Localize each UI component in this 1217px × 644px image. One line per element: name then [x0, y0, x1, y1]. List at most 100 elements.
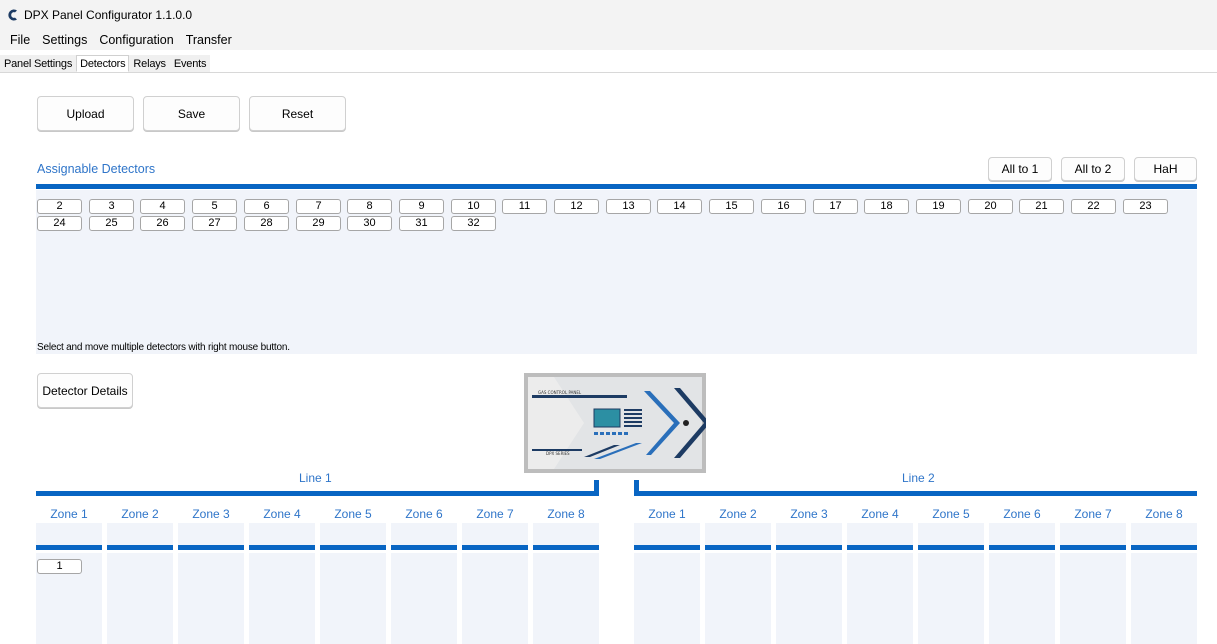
detector-details-button[interactable]: Detector Details — [37, 373, 133, 408]
line-1-zone-6-label: Zone 6 — [405, 507, 443, 521]
line-2-zone-5-drop-area[interactable] — [918, 553, 984, 644]
detector-chip[interactable]: 12 — [554, 199, 599, 214]
detector-chip[interactable]: 20 — [968, 199, 1013, 214]
detector-chip[interactable]: 15 — [709, 199, 754, 214]
line-1-zone-6-drop-area[interactable] — [391, 553, 457, 644]
detector-chip[interactable]: 26 — [140, 216, 185, 231]
line-2-zone-1-label: Zone 1 — [648, 507, 686, 521]
line-1-zone-8-drop-area[interactable] — [533, 553, 599, 644]
menu-settings[interactable]: Settings — [36, 33, 93, 47]
detector-chip[interactable]: 29 — [296, 216, 341, 231]
line-2-zone-2-header — [705, 523, 771, 545]
detector-chip[interactable]: 32 — [451, 216, 496, 231]
detector-chip[interactable]: 10 — [451, 199, 496, 214]
window-title: DPX Panel Configurator 1.1.0.0 — [24, 8, 193, 22]
detector-chip[interactable]: 22 — [1071, 199, 1116, 214]
line-2-zone-4-label: Zone 4 — [861, 507, 899, 521]
line-2-zone-3-header — [776, 523, 842, 545]
detector-chip[interactable]: 9 — [399, 199, 444, 214]
line-2-zone-8-header — [1131, 523, 1197, 545]
line-2-zone-6-header — [989, 523, 1055, 545]
upload-button[interactable]: Upload — [37, 96, 134, 131]
line-1-zone-6-header — [391, 523, 457, 545]
detector-chip[interactable]: 19 — [916, 199, 961, 214]
detector-chip[interactable]: 11 — [502, 199, 547, 214]
detector-chip[interactable]: 30 — [347, 216, 392, 231]
detector-chip[interactable]: 1 — [37, 559, 82, 574]
detector-chip[interactable]: 6 — [244, 199, 289, 214]
all-to-2-button[interactable]: All to 2 — [1061, 157, 1125, 181]
line-1-connector — [594, 480, 599, 496]
line-2-zone-4-header — [847, 523, 913, 545]
detector-chip[interactable]: 23 — [1123, 199, 1168, 214]
menu-configuration[interactable]: Configuration — [93, 33, 179, 47]
line-2-zone-3-label: Zone 3 — [790, 507, 828, 521]
detector-chip[interactable]: 18 — [864, 199, 909, 214]
line-2-zone-1-drop-area[interactable] — [634, 553, 700, 644]
line-1-zone-8-header — [533, 523, 599, 545]
line-1-zone-3-drop-area[interactable] — [178, 553, 244, 644]
line-2-zone-6-label: Zone 6 — [1003, 507, 1041, 521]
detector-chip[interactable]: 4 — [140, 199, 185, 214]
line-1-zone-1-header — [36, 523, 102, 545]
tab-events[interactable]: Events — [169, 55, 211, 72]
detector-chip[interactable]: 8 — [347, 199, 392, 214]
detector-chip[interactable]: 7 — [296, 199, 341, 214]
detector-chip[interactable]: 27 — [192, 216, 237, 231]
detector-chip[interactable]: 16 — [761, 199, 806, 214]
detector-chip[interactable]: 2 — [37, 199, 82, 214]
line-2-zone-6-drop-area[interactable] — [989, 553, 1055, 644]
line-1-zone-4-header — [249, 523, 315, 545]
line-1-divider — [36, 491, 599, 496]
tab-detectors[interactable]: Detectors — [76, 55, 130, 72]
line-1-zone-5-header — [320, 523, 386, 545]
detector-chip[interactable]: 13 — [606, 199, 651, 214]
assignable-detectors-title: Assignable Detectors — [37, 162, 156, 176]
save-button[interactable]: Save — [143, 96, 240, 131]
line-1-zone-1-label: Zone 1 — [50, 507, 88, 521]
tab-panel-settings[interactable]: Panel Settings — [0, 55, 77, 72]
line-1-zone-3-divider — [178, 545, 244, 550]
detector-chip[interactable]: 3 — [89, 199, 134, 214]
line-2-zone-7-label: Zone 7 — [1074, 507, 1112, 521]
menu-transfer[interactable]: Transfer — [180, 33, 238, 47]
line-1-zone-5-label: Zone 5 — [334, 507, 372, 521]
line-2-zone-1-divider — [634, 545, 700, 550]
detector-chip[interactable]: 21 — [1019, 199, 1064, 214]
svg-text:DPX SERIES: DPX SERIES — [546, 451, 570, 456]
line-1-zone-4-drop-area[interactable] — [249, 553, 315, 644]
line-2-zone-8-drop-area[interactable] — [1131, 553, 1197, 644]
line-2-zone-3-divider — [776, 545, 842, 550]
line-2-zone-5-divider — [918, 545, 984, 550]
line-1-zone-6-divider — [391, 545, 457, 550]
hah-button[interactable]: HaH — [1134, 157, 1197, 181]
line-1-zone-2-label: Zone 2 — [121, 507, 159, 521]
line-2-zone-2-drop-area[interactable] — [705, 553, 771, 644]
title-bar: DPX Panel Configurator 1.1.0.0 — [0, 0, 1217, 30]
detector-chip[interactable]: 28 — [244, 216, 289, 231]
reset-button[interactable]: Reset — [249, 96, 346, 131]
line-2-connector — [634, 480, 639, 496]
all-to-1-button[interactable]: All to 1 — [988, 157, 1052, 181]
line-2-zone-7-drop-area[interactable] — [1060, 553, 1126, 644]
line-2-zone-2-label: Zone 2 — [719, 507, 757, 521]
line-1-zone-8-label: Zone 8 — [547, 507, 585, 521]
menu-file[interactable]: File — [4, 33, 36, 47]
detector-chip[interactable]: 24 — [37, 216, 82, 231]
line-2-zone-4-divider — [847, 545, 913, 550]
line-1-zone-2-drop-area[interactable] — [107, 553, 173, 644]
tab-relays[interactable]: Relays — [129, 55, 170, 72]
detector-chip[interactable]: 5 — [192, 199, 237, 214]
line-1-zone-4-divider — [249, 545, 315, 550]
line-2-zone-1-header — [634, 523, 700, 545]
line-1-zone-3-header — [178, 523, 244, 545]
line-2-zone-3-drop-area[interactable] — [776, 553, 842, 644]
line-1-zone-7-drop-area[interactable] — [462, 553, 528, 644]
assignable-detectors-area[interactable] — [36, 190, 1197, 354]
line-2-zone-4-drop-area[interactable] — [847, 553, 913, 644]
detector-chip[interactable]: 25 — [89, 216, 134, 231]
detector-chip[interactable]: 17 — [813, 199, 858, 214]
line-1-zone-5-drop-area[interactable] — [320, 553, 386, 644]
detector-chip[interactable]: 31 — [399, 216, 444, 231]
detector-chip[interactable]: 14 — [657, 199, 702, 214]
